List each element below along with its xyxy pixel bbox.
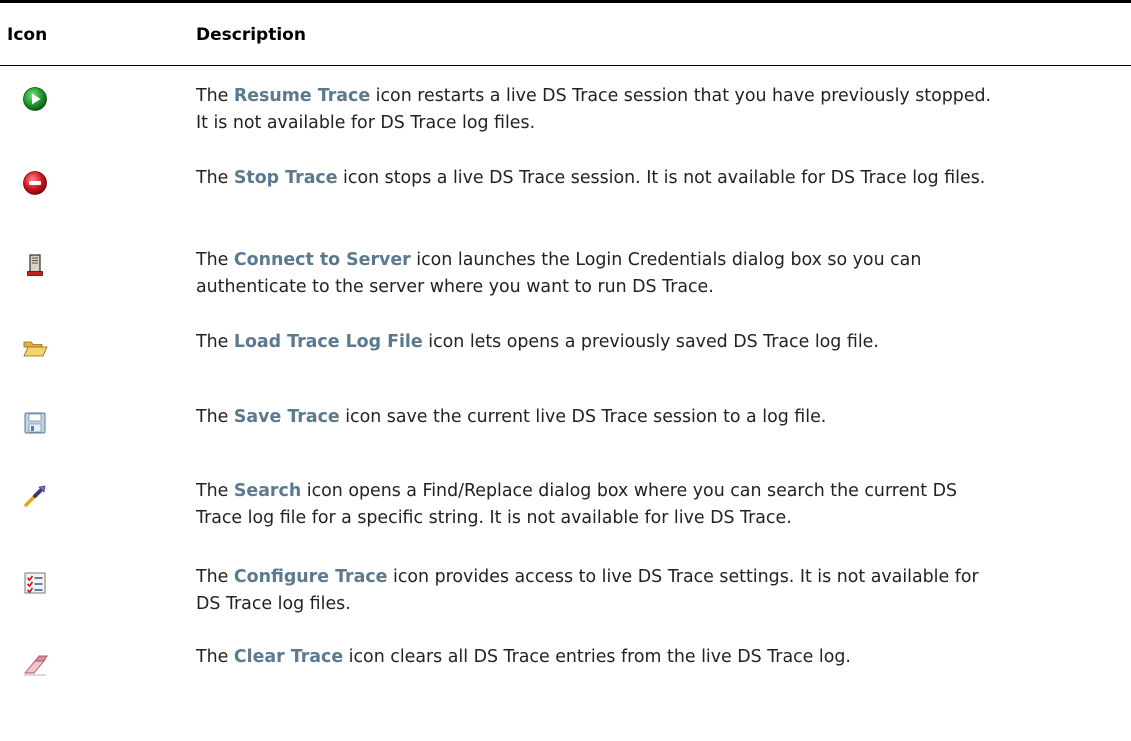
icon-description-table: Icon Description The Resume Trace icon r…	[0, 0, 1131, 708]
header-description: Description	[196, 25, 306, 45]
row-description: The Clear Trace icon clears all DS Trace…	[196, 647, 851, 667]
search-icon	[22, 483, 48, 509]
stop-trace-icon	[22, 170, 48, 196]
clear-trace-icon	[22, 652, 48, 678]
configure-trace-icon	[22, 570, 48, 596]
table-row: The Connect to Server icon launches the …	[0, 230, 1131, 313]
term-stop-trace: Stop Trace	[233, 168, 338, 188]
term-save-trace: Save Trace	[233, 407, 340, 427]
row-description: The Resume Trace icon restarts a live DS…	[196, 86, 992, 133]
term-search: Search	[233, 481, 302, 501]
row-description: The Load Trace Log File icon lets opens …	[196, 332, 879, 352]
table-row: The Stop Trace icon stops a live DS Trac…	[0, 148, 1131, 230]
row-description: The Stop Trace icon stops a live DS Trac…	[196, 168, 986, 188]
term-load-trace-log-file: Load Trace Log File	[233, 332, 423, 352]
table-row: The Save Trace icon save the current liv…	[0, 386, 1131, 461]
table-row: The Load Trace Log File icon lets opens …	[0, 313, 1131, 386]
save-trace-icon	[22, 410, 48, 436]
load-trace-log-file-icon	[22, 335, 48, 361]
table-row: The Configure Trace icon provides access…	[0, 546, 1131, 628]
table-row: The Resume Trace icon restarts a live DS…	[0, 66, 1131, 148]
table-header: Icon Description	[0, 0, 1131, 66]
term-configure-trace: Configure Trace	[233, 567, 388, 587]
table-row: The Search icon opens a Find/Replace dia…	[0, 461, 1131, 546]
table-row: The Clear Trace icon clears all DS Trace…	[0, 628, 1131, 708]
header-icon: Icon	[7, 25, 48, 45]
resume-trace-icon	[22, 86, 48, 112]
connect-to-server-icon	[22, 252, 48, 278]
row-description: The Configure Trace icon provides access…	[196, 567, 979, 614]
row-description: The Connect to Server icon launches the …	[196, 250, 922, 297]
term-connect-to-server: Connect to Server	[233, 250, 411, 270]
term-resume-trace: Resume Trace	[233, 86, 371, 106]
row-description: The Save Trace icon save the current liv…	[196, 407, 827, 427]
term-clear-trace: Clear Trace	[233, 647, 344, 667]
row-description: The Search icon opens a Find/Replace dia…	[196, 481, 958, 528]
